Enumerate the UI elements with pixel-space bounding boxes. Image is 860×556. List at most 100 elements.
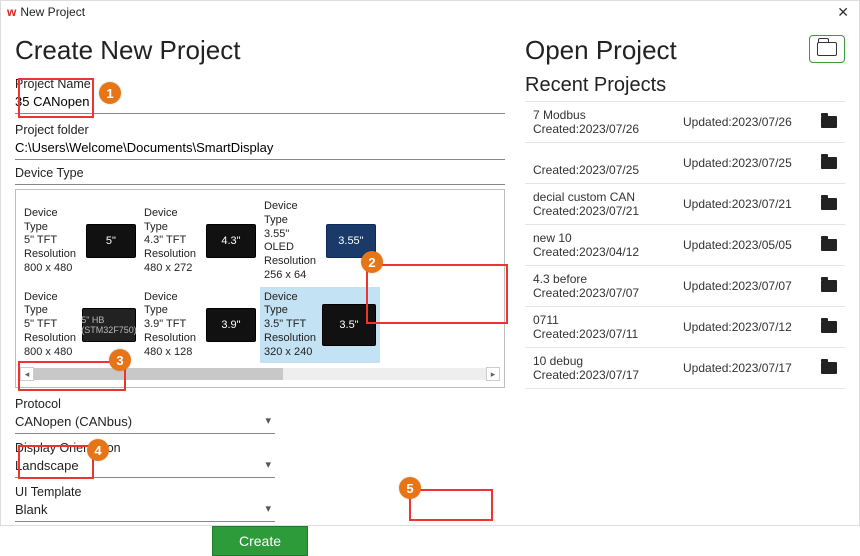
recent-name: 7 Modbus xyxy=(533,108,675,122)
device-option[interactable]: Device Type5" TFTResolution800 x 480 5" xyxy=(20,196,140,287)
device-type-label: Device Type xyxy=(264,291,316,319)
recent-name: 0711 xyxy=(533,313,675,327)
open-project-panel: Open Project Recent Projects 7 ModbusCre… xyxy=(525,31,845,556)
template-select[interactable]: Blank xyxy=(15,500,275,522)
device-thumb-icon: 5" HB (STM32F750) xyxy=(82,308,136,342)
project-folder-input[interactable] xyxy=(15,138,505,160)
device-res-value: 320 x 240 xyxy=(264,346,316,360)
device-scrollbar[interactable]: ◂ ▸ xyxy=(20,367,500,381)
recent-name xyxy=(533,149,675,163)
orientation-select[interactable]: Landscape xyxy=(15,456,275,478)
device-res-value: 480 x 272 xyxy=(144,262,200,276)
device-res-label: Resolution xyxy=(144,248,200,262)
scroll-right-button[interactable]: ▸ xyxy=(486,367,500,381)
device-res-label: Resolution xyxy=(24,332,76,346)
open-folder-button[interactable] xyxy=(809,35,845,63)
recent-created: Created:2023/04/12 xyxy=(533,245,675,259)
protocol-label: Protocol xyxy=(15,394,275,412)
device-option[interactable]: Device Type5" TFTResolution800 x 4805" H… xyxy=(20,287,140,364)
scroll-track[interactable] xyxy=(34,368,486,380)
folder-open-icon xyxy=(817,42,837,56)
create-button[interactable]: Create xyxy=(212,526,308,556)
project-folder-label: Project folder xyxy=(15,120,505,138)
open-heading: Open Project xyxy=(525,35,845,66)
folder-icon xyxy=(821,157,837,169)
list-item[interactable]: 10 debugCreated:2023/07/17 Updated:2023/0… xyxy=(525,348,845,389)
recent-name: new 10 xyxy=(533,231,675,245)
recent-name: 10 debug xyxy=(533,354,675,368)
device-option[interactable]: Device Type3.5" TFTResolution320 x 240 3.… xyxy=(260,287,380,364)
list-item[interactable]: Created:2023/07/25 Updated:2023/07/25 xyxy=(525,143,845,184)
device-res-value: 480 x 128 xyxy=(144,346,200,360)
recent-created: Created:2023/07/26 xyxy=(533,122,675,136)
recent-updated: Updated:2023/07/26 xyxy=(683,115,813,129)
project-name-input[interactable] xyxy=(15,92,505,114)
device-thumb-icon: 3.9" xyxy=(206,308,256,342)
folder-icon xyxy=(821,239,837,251)
recent-updated: Updated:2023/07/25 xyxy=(683,156,813,170)
folder-icon xyxy=(821,321,837,333)
create-project-panel: Create New Project Project Name Project … xyxy=(15,31,505,556)
orientation-label: Display Orientation xyxy=(15,438,275,456)
recent-created: Created:2023/07/21 xyxy=(533,204,675,218)
device-thumb-icon: 5" xyxy=(86,224,136,258)
recent-updated: Updated:2023/07/12 xyxy=(683,320,813,334)
create-heading: Create New Project xyxy=(15,35,505,66)
protocol-value: CANopen (CANbus) xyxy=(15,414,132,429)
device-type-label: Device Type xyxy=(24,207,80,235)
template-label: UI Template xyxy=(15,482,275,500)
device-thumb-icon: 3.55" xyxy=(326,224,376,258)
recent-updated: Updated:2023/07/21 xyxy=(683,197,813,211)
folder-icon xyxy=(821,116,837,128)
scroll-left-button[interactable]: ◂ xyxy=(20,367,34,381)
device-res-value: 256 x 64 xyxy=(264,269,320,283)
list-item[interactable]: 4.3 beforeCreated:2023/07/07 Updated:2023… xyxy=(525,266,845,307)
device-type-value: 4.3" TFT xyxy=(144,234,200,248)
folder-icon xyxy=(821,362,837,374)
device-thumb-icon: 3.5" xyxy=(322,304,376,346)
device-res-value: 800 x 480 xyxy=(24,346,76,360)
project-name-label: Project Name xyxy=(15,74,505,92)
device-thumb-icon: 4.3" xyxy=(206,224,256,258)
list-item[interactable]: decial custom CANCreated:2023/07/21Updat… xyxy=(525,184,845,225)
list-item[interactable]: 0711Created:2023/07/11 Updated:2023/07/12 xyxy=(525,307,845,348)
device-res-value: 800 x 480 xyxy=(24,262,80,276)
device-option[interactable]: Device Type3.55" OLEDResolution256 x 64 3… xyxy=(260,196,380,287)
device-type-box: Device Type5" TFTResolution800 x 4805"De… xyxy=(15,189,505,388)
device-res-label: Resolution xyxy=(264,255,320,269)
device-type-label: Device Type xyxy=(144,207,200,235)
device-type-value: 3.9" TFT xyxy=(144,318,200,332)
recent-heading: Recent Projects xyxy=(525,74,845,97)
recent-name: 4.3 before xyxy=(533,272,675,286)
recent-created: Created:2023/07/25 xyxy=(533,163,675,177)
device-res-label: Resolution xyxy=(264,332,316,346)
recent-updated: Updated:2023/07/17 xyxy=(683,361,813,375)
protocol-select[interactable]: CANopen (CANbus) xyxy=(15,412,275,434)
recent-updated: Updated:2023/07/07 xyxy=(683,279,813,293)
device-res-label: Resolution xyxy=(144,332,200,346)
recent-created: Created:2023/07/11 xyxy=(533,327,675,341)
device-type-label: Device Type xyxy=(264,200,320,228)
scroll-thumb[interactable] xyxy=(34,368,283,380)
device-type-label: Device Type xyxy=(24,291,76,319)
list-item[interactable]: new 10Created:2023/04/12 Updated:2023/05/… xyxy=(525,225,845,266)
device-res-label: Resolution xyxy=(24,248,80,262)
device-type-label: Device Type xyxy=(144,291,200,319)
window-title: New Project xyxy=(20,5,85,19)
orientation-value: Landscape xyxy=(15,458,79,473)
recent-created: Created:2023/07/07 xyxy=(533,286,675,300)
device-option[interactable]: Device Type3.9" TFTResolution480 x 128 3.… xyxy=(140,287,260,364)
device-option[interactable]: Device Type4.3" TFTResolution480 x 272 4.… xyxy=(140,196,260,287)
device-type-label: Device Type xyxy=(15,160,505,185)
recent-created: Created:2023/07/17 xyxy=(533,368,675,382)
recent-updated: Updated:2023/05/05 xyxy=(683,238,813,252)
device-type-value: 5" TFT xyxy=(24,234,80,248)
window-close-button[interactable]: ✕ xyxy=(833,4,853,21)
list-item[interactable]: 7 ModbusCreated:2023/07/26 Updated:2023/0… xyxy=(525,102,845,143)
app-logo-icon: w xyxy=(7,5,16,19)
folder-icon xyxy=(821,280,837,292)
device-type-value: 3.55" OLED xyxy=(264,228,320,256)
recent-projects-list[interactable]: 7 ModbusCreated:2023/07/26 Updated:2023/0… xyxy=(525,101,845,401)
device-type-value: 3.5" TFT xyxy=(264,318,316,332)
folder-icon xyxy=(821,198,837,210)
